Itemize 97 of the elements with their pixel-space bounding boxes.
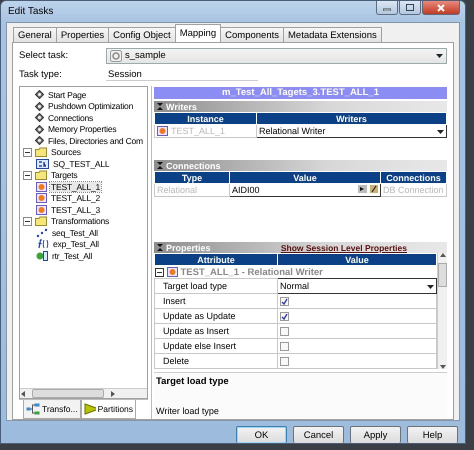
- field-value: Session: [106, 68, 258, 80]
- checkbox[interactable]: [280, 342, 289, 350]
- column-header: Writers: [256, 112, 446, 124]
- folder-icon: [35, 147, 47, 158]
- table-cell: Target load type: [154, 278, 278, 294]
- check-icon: [281, 298, 288, 304]
- bullet-icon: [35, 113, 44, 122]
- tree-item[interactable]: TEST_ALL_1: [50, 182, 102, 192]
- tree-item[interactable]: Files, Directories and Com: [47, 136, 144, 146]
- table-cell: Update as Insert: [154, 324, 278, 338]
- tab[interactable]: Mapping: [174, 24, 222, 42]
- tree-item[interactable]: Memory Properties: [47, 124, 118, 134]
- folder-icon: [35, 170, 47, 180]
- router-icon: [36, 250, 48, 261]
- group-title: TEST_ALL_1 - Relational Writer: [180, 266, 323, 278]
- column-header: Attribute: [154, 254, 278, 266]
- window-title: Edit Tasks: [7, 6, 54, 17]
- scroll-thumb[interactable]: [438, 263, 447, 287]
- table-cell: Delete: [154, 354, 278, 368]
- section-title: Properties: [166, 242, 211, 252]
- tree-item[interactable]: Targets: [50, 170, 78, 180]
- task-dropdown[interactable]: s_sample: [106, 48, 447, 64]
- section-title: Connections: [166, 160, 221, 170]
- tree-item[interactable]: SQ_TEST_ALL: [52, 158, 110, 169]
- checkbox[interactable]: [280, 296, 289, 306]
- scroll-left-icon: [20, 390, 26, 396]
- section-title: Writers: [166, 102, 197, 112]
- table-cell: DB Connection: [380, 184, 446, 196]
- table-cell: Insert: [154, 294, 278, 308]
- bullet-icon: [35, 136, 44, 146]
- tab[interactable]: Partitions: [80, 400, 136, 419]
- tab[interactable]: Config Object: [108, 27, 176, 42]
- field-label: Select task:: [19, 50, 70, 61]
- mapping-title: m_Test_All_Tagets_3.TEST_ALL_1: [154, 87, 447, 99]
- tree-item[interactable]: Transformations: [50, 216, 110, 226]
- table-cell: TEST_ALL_1: [154, 124, 256, 138]
- folder-icon: [35, 216, 47, 226]
- link[interactable]: Show Session Level Properties: [280, 242, 407, 252]
- scroll-thumb[interactable]: [32, 389, 104, 398]
- tab[interactable]: Metadata Extensions: [283, 27, 382, 42]
- caret-icon: [437, 130, 444, 134]
- target-icon: [36, 193, 47, 204]
- dialog-button[interactable]: OK: [236, 426, 287, 443]
- tree-item[interactable]: rtr_Test_All: [51, 250, 94, 261]
- vertical-scrollbar[interactable]: [437, 253, 447, 369]
- tab[interactable]: Components: [220, 27, 284, 42]
- maximize-icon: [406, 4, 414, 11]
- tree-item[interactable]: TEST_ALL_3: [50, 204, 102, 215]
- bullet-icon: [35, 124, 44, 134]
- target-icon: [36, 204, 47, 215]
- caret-icon: [427, 285, 434, 289]
- scroll-right-icon: [110, 390, 116, 396]
- close-icon: [437, 4, 445, 12]
- target-icon: [36, 182, 47, 192]
- close-button[interactable]: [422, 1, 460, 15]
- column-header: Connections: [380, 172, 446, 184]
- column-header: Type: [154, 172, 230, 184]
- column-header: Value: [278, 254, 436, 266]
- check-icon: [281, 312, 288, 320]
- table-cell: Update as Update: [154, 308, 278, 324]
- bullet-icon: [35, 102, 44, 111]
- bullet-icon: [35, 90, 44, 100]
- table-cell: Relational: [154, 184, 230, 196]
- dialog-button[interactable]: Apply: [350, 426, 401, 443]
- tree-item[interactable]: exp_Test_All: [52, 239, 100, 250]
- tab[interactable]: Properties: [56, 27, 110, 42]
- maximize-button[interactable]: [399, 1, 421, 15]
- field-label: Task type:: [19, 69, 63, 80]
- target-icon: [157, 126, 168, 136]
- tree-item[interactable]: Start Page: [47, 90, 88, 100]
- tree-item[interactable]: seq_Test_All: [51, 228, 99, 238]
- checkbox[interactable]: [280, 356, 289, 366]
- description-text: Writer load type: [156, 406, 220, 416]
- description-title: Target load type: [156, 376, 230, 387]
- target-icon: [166, 267, 178, 277]
- checkbox[interactable]: [280, 326, 289, 336]
- column-header: Value: [230, 172, 380, 184]
- tree-item[interactable]: Connections: [47, 112, 94, 123]
- sequence-icon: [36, 228, 48, 238]
- dialog-button[interactable]: Help: [407, 426, 458, 443]
- column-header: Instance: [154, 112, 256, 124]
- horizontal-scrollbar[interactable]: [20, 388, 147, 398]
- source-icon: [36, 158, 49, 169]
- caret-icon: [436, 54, 443, 58]
- tab[interactable]: General: [13, 27, 57, 42]
- checkbox[interactable]: [280, 312, 289, 320]
- tree-item[interactable]: Pushdown Optimization: [47, 101, 134, 112]
- function-icon: [36, 239, 49, 250]
- scroll-down-icon: [440, 365, 446, 369]
- dialog-button[interactable]: Cancel: [293, 426, 344, 443]
- tab[interactable]: Transfo...: [23, 400, 81, 419]
- flag-icon: [84, 403, 96, 415]
- network-icon: [26, 403, 40, 415]
- table-cell: Update else Insert: [154, 338, 278, 354]
- tree-item[interactable]: Sources: [50, 147, 82, 158]
- minimize-button[interactable]: [376, 1, 398, 15]
- tree-item[interactable]: TEST_ALL_2: [50, 193, 102, 204]
